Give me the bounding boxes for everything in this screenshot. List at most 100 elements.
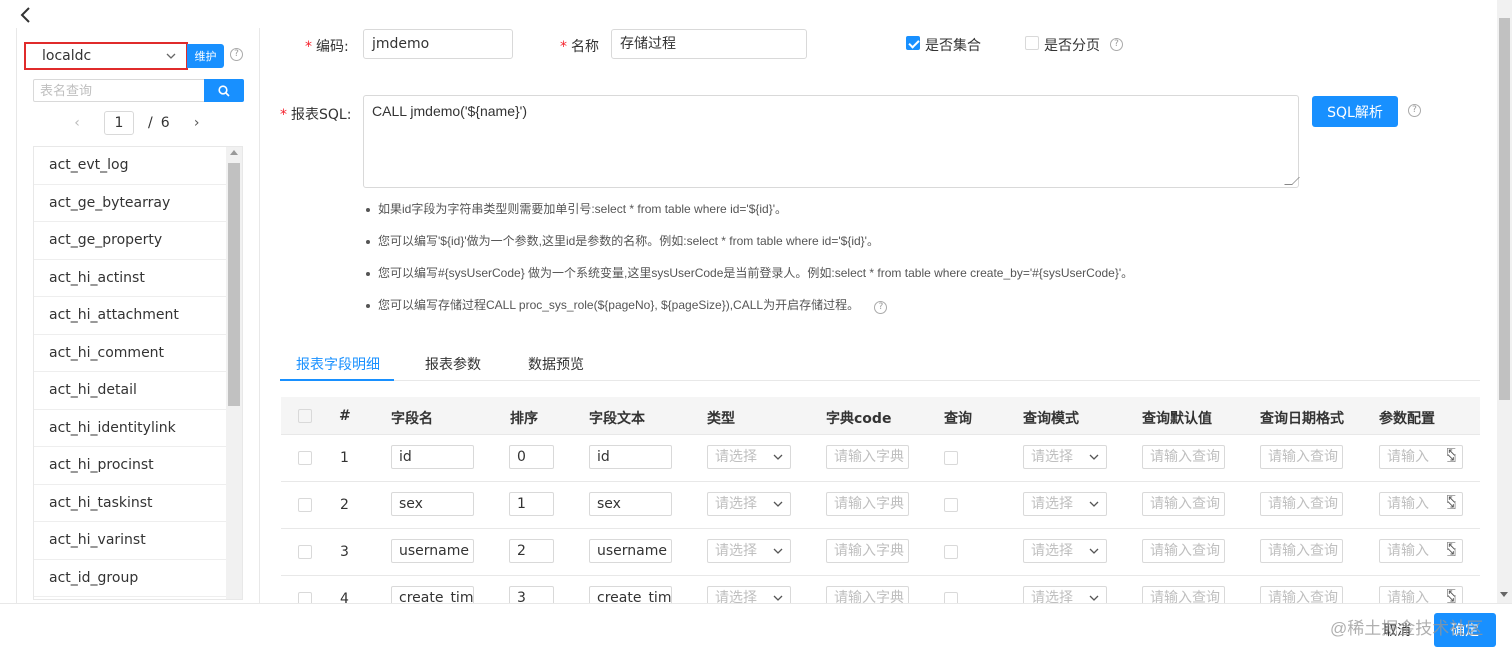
- datasource-select[interactable]: localdc: [24, 42, 188, 70]
- query-mode-select[interactable]: 请选择: [1023, 445, 1107, 469]
- help-icon[interactable]: ?: [874, 301, 888, 314]
- type-select-placeholder: 请选择: [715, 496, 757, 512]
- table-list-item[interactable]: act_id_group: [34, 560, 227, 597]
- scroll-down-icon[interactable]: [1500, 592, 1508, 597]
- sql-parse-button[interactable]: SQL解析: [1312, 96, 1398, 127]
- sql-textarea[interactable]: CALL jmdemo('${name}'): [363, 95, 1300, 188]
- chevron-down-icon: [1089, 548, 1099, 554]
- page-number-input[interactable]: 1: [104, 111, 134, 135]
- table-list-item[interactable]: act_ge_property: [34, 222, 227, 260]
- page-scroll-thumb[interactable]: [1499, 18, 1510, 400]
- help-icon[interactable]: ?: [230, 48, 243, 61]
- datasource-value: localdc: [42, 48, 92, 64]
- help-icon[interactable]: ?: [1408, 104, 1421, 117]
- cancel-button[interactable]: 取消: [1366, 613, 1428, 647]
- select-all-checkbox[interactable]: [298, 409, 312, 423]
- query-checkbox[interactable]: [944, 451, 958, 465]
- query-mode-select[interactable]: 请选择: [1023, 492, 1107, 516]
- page-scrollbar[interactable]: [1497, 0, 1512, 603]
- order-input[interactable]: 2: [509, 539, 554, 563]
- dict-code-input[interactable]: 请输入字典: [826, 492, 909, 516]
- row-checkbox[interactable]: [298, 498, 312, 512]
- table-search-input[interactable]: [33, 79, 205, 102]
- code-input[interactable]: jmdemo: [363, 29, 513, 59]
- chevron-down-icon: [773, 454, 783, 460]
- search-button[interactable]: [204, 79, 244, 102]
- type-select[interactable]: 请选择: [707, 445, 791, 469]
- table-list-item[interactable]: act_id_info: [34, 597, 227, 599]
- query-date-format-input[interactable]: 请输入查询: [1260, 445, 1343, 469]
- table-list-item[interactable]: act_hi_taskinst: [34, 485, 227, 522]
- ok-button[interactable]: 确定: [1434, 613, 1496, 647]
- param-config-placeholder: 请输入: [1387, 496, 1429, 512]
- row-checkbox[interactable]: [298, 451, 312, 465]
- tab-field-detail[interactable]: 报表字段明细: [296, 354, 380, 374]
- prev-page-icon[interactable]: ‹: [70, 115, 84, 131]
- param-config-input[interactable]: 请输入 ⇱ ⇲: [1379, 492, 1463, 516]
- sql-tip: 您可以编写存储过程CALL proc_sys_role(${pageNo}, $…: [366, 295, 1133, 327]
- table-list-item[interactable]: act_ge_bytearray: [34, 185, 227, 222]
- type-select[interactable]: 请选择: [707, 539, 791, 563]
- table-list-item[interactable]: act_evt_log: [34, 147, 227, 185]
- order-input[interactable]: 1: [509, 492, 554, 516]
- table-list-item[interactable]: act_hi_identitylink: [34, 410, 227, 447]
- field-name-input[interactable]: username: [391, 539, 474, 563]
- param-config-input[interactable]: 请输入 ⇱ ⇲: [1379, 445, 1463, 469]
- expand-icon[interactable]: ⇱ ⇲: [1447, 447, 1456, 464]
- query-checkbox[interactable]: [944, 498, 958, 512]
- query-default-input[interactable]: 请输入查询: [1142, 445, 1225, 469]
- table-row: 3 username 2 username 请选择 请输入字典 请选择 请输入查询 请输入查询 请…: [281, 529, 1480, 576]
- param-config-input[interactable]: 请输入 ⇱ ⇲: [1379, 539, 1463, 563]
- is-paged-checkbox[interactable]: [1025, 36, 1039, 50]
- type-select-placeholder: 请选择: [715, 543, 757, 559]
- back-icon[interactable]: [18, 6, 38, 26]
- query-default-input[interactable]: 请输入查询: [1142, 492, 1225, 516]
- tab-data-preview[interactable]: 数据预览: [528, 354, 584, 374]
- table-list-item[interactable]: act_hi_actinst: [34, 260, 227, 297]
- scroll-thumb[interactable]: [228, 163, 240, 406]
- dict-code-input[interactable]: 请输入字典: [826, 445, 909, 469]
- table-list: act_evt_log act_ge_bytearray act_ge_prop…: [33, 146, 243, 600]
- scroll-up-icon[interactable]: [230, 150, 238, 155]
- field-name-input[interactable]: sex: [391, 492, 474, 516]
- maintain-button[interactable]: 维护: [187, 44, 224, 68]
- table-row: 1 id 0 id 请选择 请输入字典 请选择 请输入查询 请输入查询 请输入 ⇱ ⇲: [281, 435, 1480, 482]
- name-input[interactable]: 存储过程: [611, 29, 807, 59]
- chevron-down-icon: [773, 595, 783, 601]
- dict-code-input[interactable]: 请输入字典: [826, 539, 909, 563]
- resize-handle-icon[interactable]: [1284, 177, 1300, 185]
- expand-icon[interactable]: ⇱ ⇲: [1447, 494, 1456, 511]
- expand-icon[interactable]: ⇱ ⇲: [1447, 588, 1456, 605]
- query-date-format-input[interactable]: 请输入查询: [1260, 539, 1343, 563]
- field-name-input[interactable]: id: [391, 445, 474, 469]
- query-checkbox[interactable]: [944, 545, 958, 559]
- page-separator: /: [148, 115, 153, 131]
- query-date-format-input[interactable]: 请输入查询: [1260, 492, 1343, 516]
- table-list-item[interactable]: act_hi_varinst: [34, 522, 227, 560]
- sql-label: * 报表SQL:: [280, 107, 352, 123]
- field-text-input[interactable]: id: [589, 445, 672, 469]
- chevron-down-icon: [1089, 501, 1099, 507]
- tab-report-params[interactable]: 报表参数: [425, 354, 481, 374]
- is-paged-label: 是否分页: [1044, 38, 1100, 54]
- table-list-item[interactable]: act_hi_attachment: [34, 297, 227, 335]
- next-page-icon[interactable]: ›: [190, 115, 204, 131]
- field-text-input[interactable]: sex: [589, 492, 672, 516]
- field-text-input[interactable]: username: [589, 539, 672, 563]
- row-checkbox[interactable]: [298, 545, 312, 559]
- table-list-item[interactable]: act_hi_detail: [34, 372, 227, 410]
- grid-header: # 字段名 排序 字段文本 类型 字典code 查询 查询模式 查询默认值 查询…: [281, 397, 1480, 435]
- is-collection-checkbox[interactable]: [906, 36, 920, 50]
- code-label: * 编码:: [305, 39, 349, 55]
- query-default-input[interactable]: 请输入查询: [1142, 539, 1225, 563]
- table-list-item[interactable]: act_hi_procinst: [34, 447, 227, 485]
- type-select[interactable]: 请选择: [707, 492, 791, 516]
- help-icon[interactable]: ?: [1110, 38, 1123, 51]
- expand-icon[interactable]: ⇱ ⇲: [1447, 541, 1456, 558]
- order-input[interactable]: 0: [509, 445, 554, 469]
- table-list-scrollbar[interactable]: [226, 147, 242, 599]
- column-header: 查询默认值: [1142, 411, 1212, 427]
- query-mode-select[interactable]: 请选择: [1023, 539, 1107, 563]
- is-collection-label: 是否集合: [925, 38, 981, 54]
- table-list-item[interactable]: act_hi_comment: [34, 335, 227, 372]
